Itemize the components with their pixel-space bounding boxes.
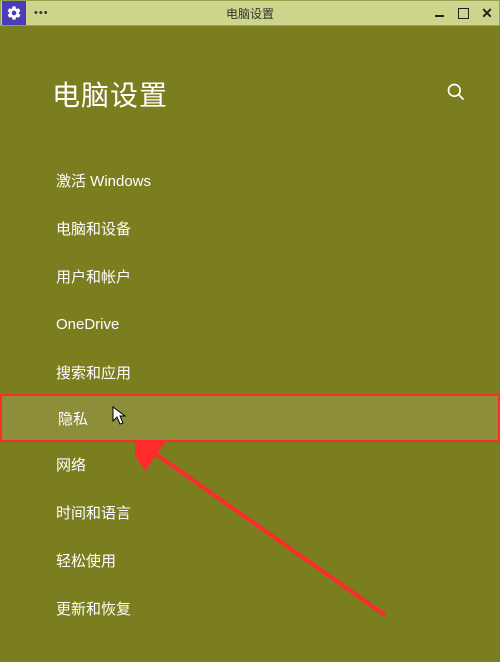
page-title: 电脑设置 [52,74,168,114]
menu-item-label: 用户和帐户 [56,266,131,287]
mouse-cursor-icon [112,406,128,430]
menu-item-label: 搜索和应用 [56,362,131,383]
close-button[interactable]: ✕ [475,1,499,25]
search-button[interactable] [446,82,466,107]
menu-item-search-apps[interactable]: 搜索和应用 [0,348,500,396]
settings-menu: 激活 Windows 电脑和设备 用户和帐户 OneDrive 搜索和应用 隐私… [0,156,500,632]
menu-item-users-accounts[interactable]: 用户和帐户 [0,252,500,300]
page-header: 电脑设置 [0,26,500,114]
window-title: 电脑设置 [226,5,274,22]
menu-item-label: 轻松使用 [56,550,116,571]
menu-item-network[interactable]: 网络 [0,440,500,488]
menu-item-label: 更新和恢复 [56,598,131,619]
menu-item-time-language[interactable]: 时间和语言 [0,488,500,536]
search-icon [446,82,466,102]
content-area: 电脑设置 激活 Windows 电脑和设备 用户和帐户 OneDrive 搜索和… [0,26,500,632]
menu-item-label: 电脑和设备 [56,218,131,239]
window-controls: ✕ [427,1,499,25]
menu-item-ease-of-access[interactable]: 轻松使用 [0,536,500,584]
gear-icon [6,5,22,21]
app-icon [2,1,26,25]
menu-item-label: 网络 [56,454,86,475]
menu-item-label: 激活 Windows [56,170,151,191]
menu-item-activate-windows[interactable]: 激活 Windows [0,156,500,204]
maximize-button[interactable] [451,1,475,25]
menu-item-update-recovery[interactable]: 更新和恢复 [0,584,500,632]
menu-item-label: OneDrive [56,316,119,333]
minimize-button[interactable] [427,1,451,25]
menu-item-label: 隐私 [58,408,88,429]
titlebar-dots[interactable]: ••• [34,7,49,19]
menu-item-label: 时间和语言 [56,502,131,523]
menu-item-onedrive[interactable]: OneDrive [0,300,500,348]
window-titlebar: ••• 电脑设置 ✕ [0,0,500,26]
menu-item-privacy[interactable]: 隐私 [0,394,500,442]
menu-item-pc-and-devices[interactable]: 电脑和设备 [0,204,500,252]
